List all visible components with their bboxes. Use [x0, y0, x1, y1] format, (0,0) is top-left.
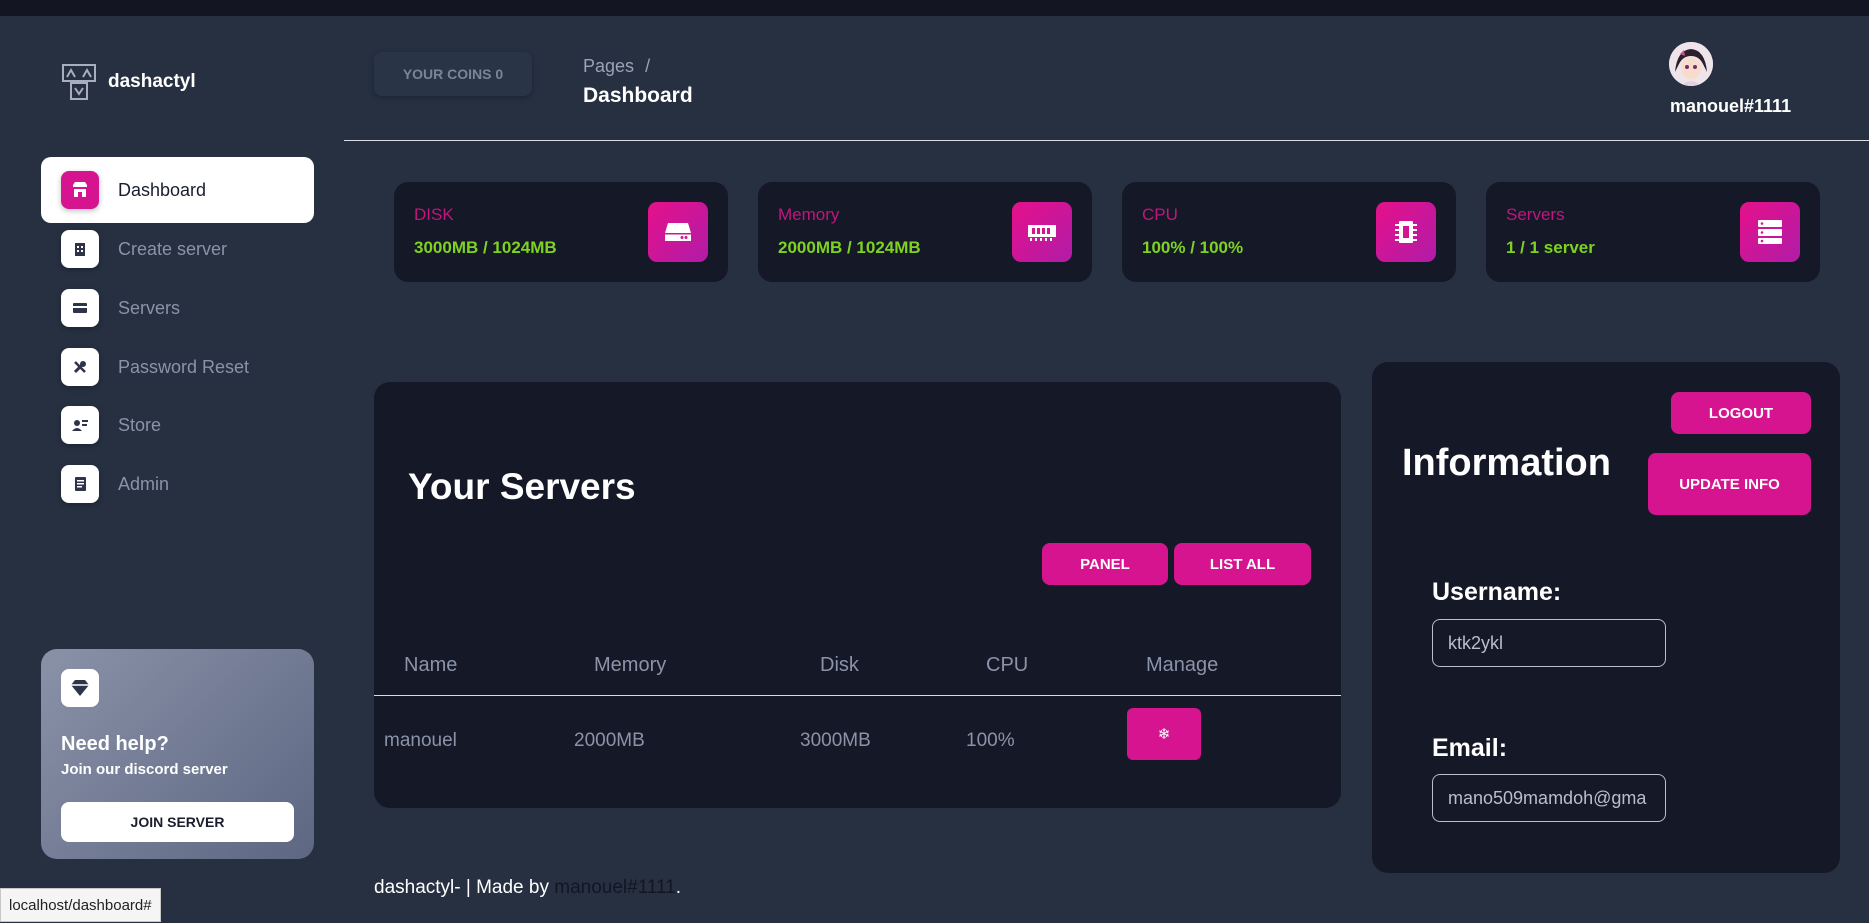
stat-label: CPU: [1142, 205, 1178, 224]
stat-label: Servers: [1506, 205, 1565, 224]
credit-card-icon: [61, 289, 99, 327]
building-icon: [61, 230, 99, 268]
username-label: manouel#1111: [1670, 96, 1792, 116]
cell-cpu: 100%: [966, 730, 1015, 751]
dashactyl-logo-icon: [62, 64, 96, 100]
memory-icon: [1012, 202, 1072, 262]
page-title: Dashboard: [583, 84, 693, 107]
stat-card-disk: DISK 3000MB / 1024MB: [394, 182, 728, 282]
column-header-disk: Disk: [820, 654, 859, 676]
stat-card-servers: Servers 1 / 1 server: [1486, 182, 1820, 282]
sidebar-item-store[interactable]: Store: [41, 392, 314, 458]
hard-drive-icon: [648, 202, 708, 262]
header-divider: [344, 140, 1869, 141]
information-title: Information: [1402, 442, 1611, 484]
help-card: Need help? Join our discord server JOIN …: [41, 649, 314, 859]
breadcrumb-separator: /: [645, 56, 651, 76]
sidebar-item-label: Password Reset: [118, 356, 250, 377]
footer-prefix: dashactyl- | Made by: [374, 877, 555, 898]
join-server-button[interactable]: JOIN SERVER: [61, 802, 294, 842]
servers-title: Your Servers: [408, 466, 636, 507]
column-header-cpu: CPU: [986, 654, 1029, 676]
sidebar-item-admin[interactable]: Admin: [41, 451, 314, 517]
breadcrumb-root[interactable]: Pages: [583, 56, 634, 76]
sidebar: dashactyl Dashboard Create server Server…: [0, 16, 340, 923]
stat-value: 1 / 1 server: [1506, 238, 1595, 257]
sidebar-item-label: Create server: [118, 238, 228, 259]
tools-icon: [61, 348, 99, 386]
stat-label: Memory: [778, 205, 840, 224]
stat-label: DISK: [414, 205, 454, 224]
sidebar-item-label: Store: [118, 414, 162, 435]
sidebar-item-label: Admin: [118, 473, 170, 494]
browser-top-bar: [0, 0, 1869, 16]
stat-card-cpu: CPU 100% / 100%: [1122, 182, 1456, 282]
sidebar-item-label: Dashboard: [118, 179, 207, 200]
document-icon: [61, 465, 99, 503]
shop-icon: [61, 171, 99, 209]
panel-button[interactable]: PANEL: [1042, 543, 1168, 585]
gear-icon: ❄: [1157, 726, 1171, 743]
brand-name: dashactyl: [108, 71, 196, 92]
column-header-name: Name: [404, 654, 458, 676]
cell-memory: 2000MB: [574, 730, 645, 751]
server-stack-icon: [1740, 202, 1800, 262]
brand[interactable]: dashactyl: [62, 64, 196, 100]
column-header-manage: Manage: [1146, 654, 1219, 676]
stat-value: 2000MB / 1024MB: [778, 238, 921, 257]
servers-panel: Your Servers PANEL LIST ALL Name Memory …: [374, 382, 1341, 808]
sidebar-item-create-server[interactable]: Create server: [41, 216, 314, 282]
table-divider: [374, 695, 1341, 696]
avatar[interactable]: [1669, 42, 1713, 86]
column-header-memory: Memory: [594, 654, 667, 676]
username-field[interactable]: [1432, 619, 1666, 667]
stat-value: 3000MB / 1024MB: [414, 238, 557, 257]
help-subtitle: Join our discord server: [61, 761, 228, 778]
diamond-icon: [61, 669, 99, 707]
sidebar-item-dashboard[interactable]: Dashboard: [41, 157, 314, 223]
browser-status-bar: localhost/dashboard#: [0, 888, 161, 922]
footer-suffix: .: [675, 877, 682, 898]
list-all-button[interactable]: LIST ALL: [1174, 543, 1311, 585]
user-card-icon: [61, 406, 99, 444]
cell-disk: 3000MB: [800, 730, 871, 751]
manage-server-button[interactable]: ❄: [1127, 708, 1201, 760]
footer-author-link[interactable]: manouel#1111: [554, 877, 676, 898]
sidebar-item-password-reset[interactable]: Password Reset: [41, 334, 314, 400]
information-panel: Information LOGOUT UPDATE INFO Username:…: [1372, 362, 1840, 873]
sidebar-item-servers[interactable]: Servers: [41, 275, 314, 341]
stat-card-memory: Memory 2000MB / 1024MB: [758, 182, 1092, 282]
breadcrumb: Pages /: [583, 56, 650, 77]
cell-name: manouel: [384, 730, 457, 751]
email-field[interactable]: [1432, 774, 1666, 822]
username-field-label: Username:: [1432, 578, 1562, 606]
cpu-icon: [1376, 202, 1436, 262]
logout-button[interactable]: LOGOUT: [1671, 392, 1811, 434]
stat-value: 100% / 100%: [1142, 238, 1244, 257]
update-info-button[interactable]: UPDATE INFO: [1648, 453, 1811, 515]
footer: dashactyl- | Made by manouel#1111.: [374, 877, 681, 899]
coins-badge: YOUR COINS 0: [374, 52, 532, 96]
email-field-label: Email:: [1432, 734, 1508, 762]
sidebar-item-label: Servers: [118, 297, 181, 318]
avatar-image: [1669, 42, 1713, 86]
help-title: Need help?: [61, 733, 169, 755]
